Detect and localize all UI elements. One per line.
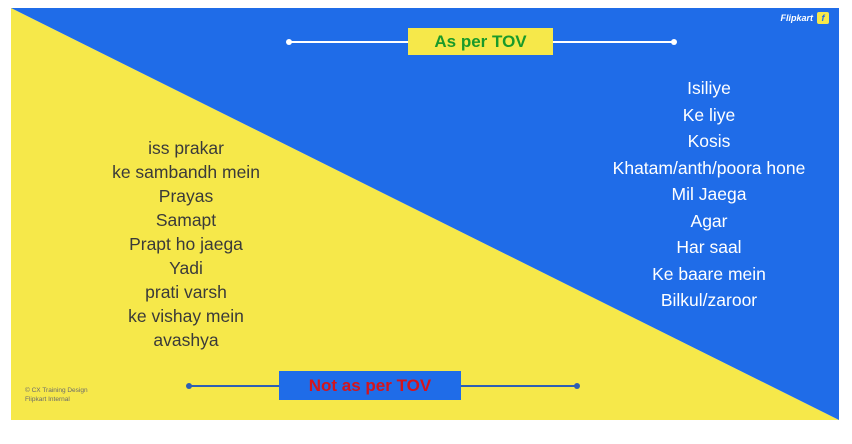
list-item: Ke liye <box>682 104 736 125</box>
not-as-per-tov-badge: Not as per TOV <box>279 371 461 400</box>
list-item: ke sambandh mein <box>112 162 260 182</box>
list-item: Samapt <box>155 210 217 230</box>
list-item: Bilkul/zaroor <box>660 290 758 310</box>
list-item: Kosis <box>687 131 731 151</box>
top-connector-dot-left <box>286 39 292 45</box>
list-item: Mil Jaega <box>671 184 747 204</box>
flipkart-logo-text: Flipkart <box>780 13 813 23</box>
list-item: Yadi <box>169 258 203 278</box>
footer-classification: Flipkart Internal <box>25 396 70 403</box>
flipkart-bag-icon: f <box>817 12 829 24</box>
list-item: avashya <box>153 330 219 350</box>
list-item: prati varsh <box>145 282 227 302</box>
as-per-tov-list: Isiliye Ke liye Kosis Khatam/anth/poora … <box>589 75 829 314</box>
as-per-tov-badge: As per TOV <box>408 28 553 55</box>
list-item: Prayas <box>158 186 214 206</box>
bottom-connector-dot-right <box>574 383 580 389</box>
list-item: ke vishay mein <box>128 306 244 326</box>
slide: Flipkart f As per TOV iss prakar ke samb… <box>11 8 839 420</box>
list-item: Khatam/anth/poora hone <box>612 157 806 178</box>
list-item: Agar <box>690 210 728 231</box>
footer: © CX Training Design Flipkart Internal <box>25 386 88 404</box>
list-item: Ke baare mein <box>652 263 766 284</box>
bottom-connector-dot-left <box>186 383 192 389</box>
list-item: Har saal <box>676 237 742 257</box>
list-item: Prapt ho jaega <box>129 234 243 254</box>
list-item: Isiliye <box>687 78 731 98</box>
footer-copyright: © CX Training Design <box>25 387 88 394</box>
flipkart-logo: Flipkart f <box>780 12 829 24</box>
list-item: iss prakar <box>148 138 224 158</box>
top-connector-dot-right <box>671 39 677 45</box>
not-as-per-tov-list: iss prakar ke sambandh mein Prayas Samap… <box>36 136 336 352</box>
